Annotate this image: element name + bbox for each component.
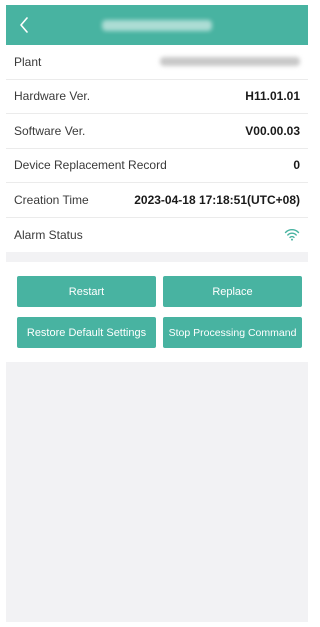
software-version-label: Software Ver. [14, 123, 86, 138]
chevron-left-icon [20, 17, 28, 33]
row-software-version: Software Ver. V00.00.03 [6, 114, 308, 149]
hardware-version-label: Hardware Ver. [14, 89, 91, 104]
row-alarm-status: Alarm Status [6, 218, 308, 253]
stop-processing-command-button[interactable]: Stop Processing Command [163, 317, 302, 348]
hardware-version-value: H11.01.01 [245, 89, 300, 104]
action-buttons: Restart Replace Restore Default Settings… [6, 262, 308, 362]
device-replacement-record-label: Device Replacement Record [14, 158, 167, 173]
action-row-1: Restart Replace [17, 276, 302, 307]
row-hardware-version: Hardware Ver. H11.01.01 [6, 80, 308, 114]
row-plant: Plant [6, 45, 308, 80]
creation-time-label: Creation Time [14, 192, 89, 207]
plant-label: Plant [14, 54, 42, 69]
creation-time-value: 2023-04-18 17:18:51(UTC+08) [134, 192, 300, 207]
software-version-value: V00.00.03 [245, 123, 300, 138]
restore-default-settings-button[interactable]: Restore Default Settings [17, 317, 156, 348]
top-bar [6, 5, 308, 45]
action-row-2: Restore Default Settings Stop Processing… [17, 317, 302, 348]
wifi-icon [284, 228, 300, 242]
alarm-status-label: Alarm Status [14, 227, 83, 242]
row-device-replacement-record[interactable]: Device Replacement Record 0 [6, 149, 308, 183]
restart-button[interactable]: Restart [17, 276, 156, 307]
plant-value [160, 57, 300, 67]
replace-button[interactable]: Replace [163, 276, 302, 307]
back-button[interactable] [16, 14, 32, 36]
device-detail-screen: Plant Hardware Ver. H11.01.01 Software V… [6, 5, 308, 622]
device-serial-title [102, 19, 212, 31]
row-creation-time: Creation Time 2023-04-18 17:18:51(UTC+08… [6, 183, 308, 218]
device-replacement-record-value: 0 [293, 158, 300, 173]
device-info-list: Plant Hardware Ver. H11.01.01 Software V… [6, 45, 308, 252]
